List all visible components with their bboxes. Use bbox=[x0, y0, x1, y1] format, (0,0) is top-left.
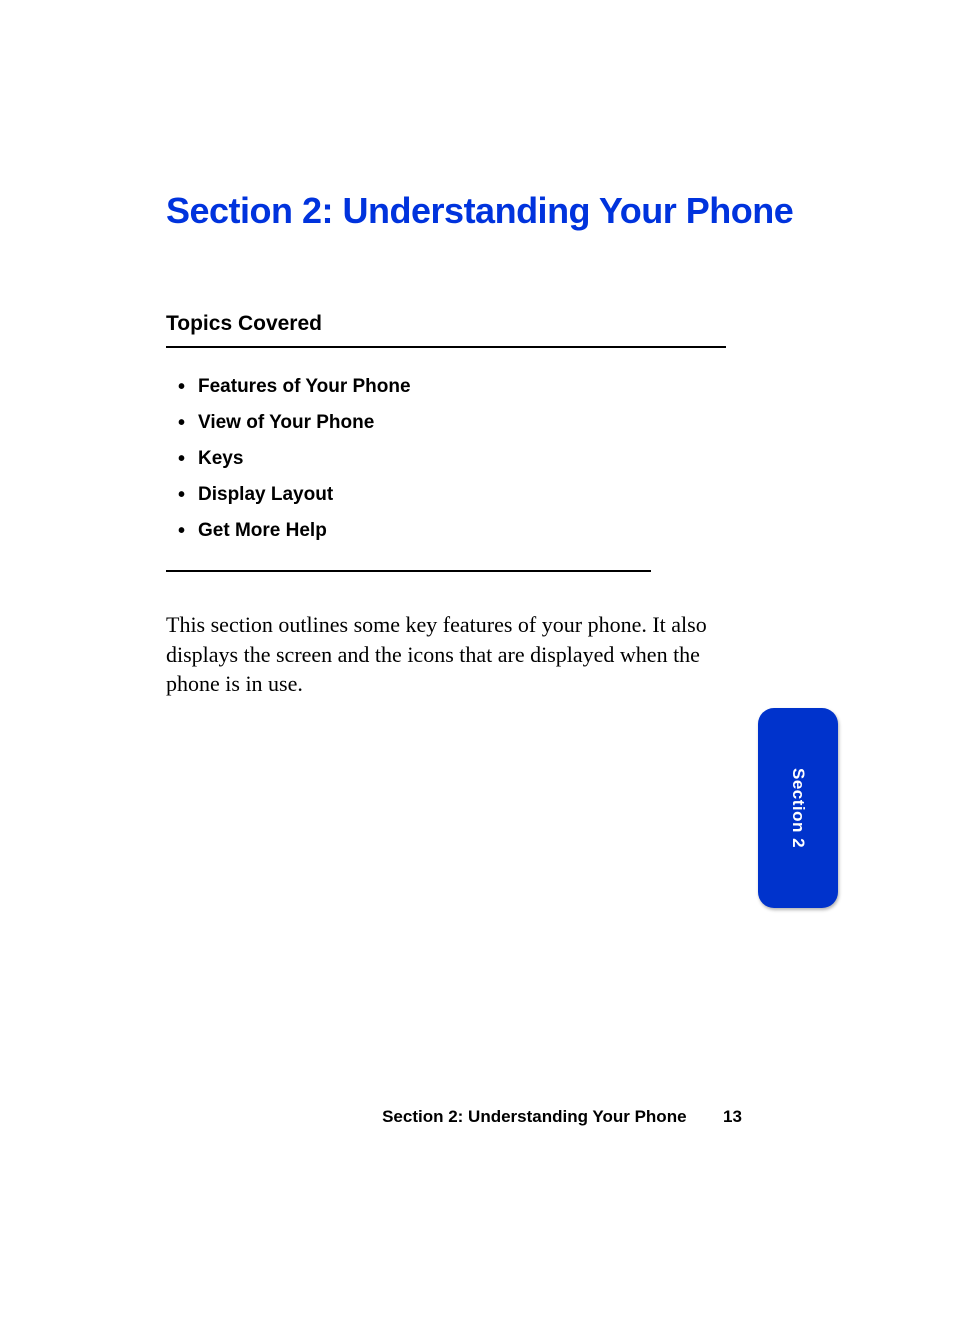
divider-top bbox=[166, 346, 726, 348]
footer-page-number: 13 bbox=[723, 1107, 742, 1126]
topic-item: View of Your Phone bbox=[178, 412, 799, 434]
topic-item: Keys bbox=[178, 448, 799, 470]
topics-list: Features of Your Phone View of Your Phon… bbox=[166, 376, 799, 542]
topic-item: Get More Help bbox=[178, 520, 799, 542]
section-tab: Section 2 bbox=[758, 708, 838, 908]
section-title: Section 2: Understanding Your Phone bbox=[166, 190, 799, 232]
topic-item: Features of Your Phone bbox=[178, 376, 799, 398]
topics-covered-heading: Topics Covered bbox=[166, 312, 799, 336]
page-content: Section 2: Understanding Your Phone Topi… bbox=[0, 0, 954, 699]
page-footer: Section 2: Understanding Your Phone 13 bbox=[0, 1107, 954, 1127]
topic-item: Display Layout bbox=[178, 484, 799, 506]
footer-section-text: Section 2: Understanding Your Phone bbox=[382, 1107, 686, 1126]
divider-bottom bbox=[166, 570, 651, 572]
section-tab-label: Section 2 bbox=[788, 768, 808, 848]
body-paragraph: This section outlines some key features … bbox=[166, 610, 736, 699]
